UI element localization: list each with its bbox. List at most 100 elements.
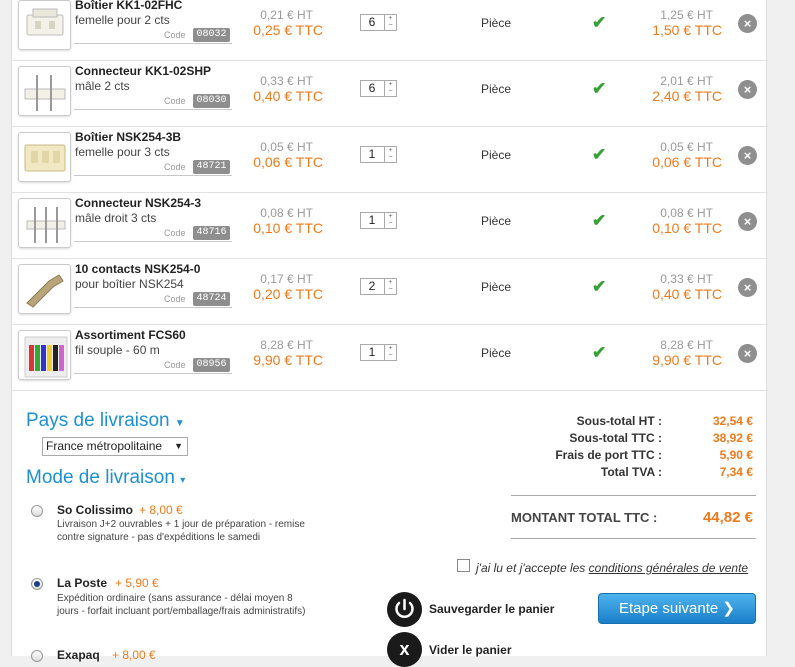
line-total-ht: 0,33 € HT xyxy=(660,272,713,286)
shipping-radio-colissimo[interactable] xyxy=(31,505,43,517)
cart-panel: Boîtier KK1-02FHC femelle pour 2 cts Code 0… xyxy=(11,0,768,667)
product-name[interactable]: Connecteur KK1-02SHP xyxy=(75,64,211,78)
product-thumbnail[interactable] xyxy=(18,66,71,116)
code-label: Code xyxy=(164,360,186,370)
remove-icon[interactable]: × xyxy=(738,80,757,99)
product-desc: femelle pour 2 cts xyxy=(75,13,170,27)
decrement-icon[interactable]: − xyxy=(385,154,396,161)
increment-icon[interactable]: + xyxy=(385,345,396,352)
close-icon: x xyxy=(399,639,410,659)
cgv-prefix: j'ai lu et j'accepte les xyxy=(476,561,589,575)
quantity-stepper[interactable]: 1 + − xyxy=(360,212,397,229)
line-total-ttc: 9,90 € TTC xyxy=(652,352,722,368)
product-name[interactable]: Boîtier NSK254-3B xyxy=(75,130,181,144)
unit-label: Pièce xyxy=(481,346,512,360)
decrement-icon[interactable]: − xyxy=(385,286,396,293)
quantity-value[interactable]: 6 xyxy=(361,81,383,96)
increment-icon[interactable]: + xyxy=(385,213,396,220)
decrement-icon[interactable]: − xyxy=(385,220,396,227)
product-desc: mâle droit 3 cts xyxy=(75,211,157,225)
product-desc: mâle 2 cts xyxy=(75,79,130,93)
decrement-icon[interactable]: − xyxy=(385,22,396,29)
unit-price-ht: 0,17 € HT xyxy=(260,272,313,286)
product-name[interactable]: Connecteur NSK254-3 xyxy=(75,196,201,210)
power-icon xyxy=(395,598,414,618)
remove-icon[interactable]: × xyxy=(738,278,757,297)
quantity-value[interactable]: 2 xyxy=(361,279,383,294)
product-code: 08032 xyxy=(193,28,230,42)
shipping-option-name: So Colissimo xyxy=(57,503,134,517)
product-code: 48724 xyxy=(193,292,230,306)
decrement-icon[interactable]: − xyxy=(385,88,396,95)
remove-icon[interactable]: × xyxy=(738,212,757,231)
cgv-link[interactable]: conditions générales de vente xyxy=(589,561,748,575)
remove-icon[interactable]: × xyxy=(738,344,757,363)
product-name[interactable]: Assortiment FCS60 xyxy=(75,328,186,342)
quantity-value[interactable]: 1 xyxy=(361,213,383,228)
unit-price-ht: 0,33 € HT xyxy=(260,74,313,88)
shipping-radio-exapaq[interactable] xyxy=(31,650,43,662)
quantity-stepper[interactable]: 1 + − xyxy=(360,146,397,163)
remove-icon[interactable]: × xyxy=(738,146,757,165)
quantity-stepper[interactable]: 1 + − xyxy=(360,344,397,361)
grand-total-value: 44,82 € xyxy=(702,509,753,526)
subtotal-ttc-value: 38,92 € xyxy=(712,431,753,445)
quantity-spin: + − xyxy=(384,213,396,228)
quantity-stepper[interactable]: 6 + − xyxy=(360,80,397,97)
empty-cart-button[interactable]: x xyxy=(387,632,422,667)
unit-price-ttc: 9,90 € TTC xyxy=(253,352,323,368)
next-step-button[interactable]: Etape suivante ❯ xyxy=(598,593,756,624)
shipping-option-desc: Expédition ordinaire (sans assurance - d… xyxy=(57,593,306,617)
country-select[interactable]: France métropolitaine ▼ xyxy=(42,437,188,456)
line-total-ttc: 1,50 € TTC xyxy=(652,22,722,38)
quantity-stepper[interactable]: 6 + − xyxy=(360,14,397,31)
save-cart-button[interactable] xyxy=(387,592,422,627)
quantity-value[interactable]: 1 xyxy=(361,345,383,360)
unit-price-ttc: 0,40 € TTC xyxy=(253,88,323,104)
product-desc: fil souple - 60 m xyxy=(75,343,160,357)
cgv-checkbox[interactable] xyxy=(457,559,470,572)
cgv-text: j'ai lu et j'accepte les conditions géné… xyxy=(476,561,748,575)
product-thumbnail[interactable] xyxy=(18,330,71,380)
product-name[interactable]: Boîtier KK1-02FHC xyxy=(75,0,182,12)
shipping-radio-laposte[interactable] xyxy=(31,578,43,590)
increment-icon[interactable]: + xyxy=(385,15,396,22)
product-desc: femelle pour 3 cts xyxy=(75,145,170,159)
product-thumbnail[interactable] xyxy=(18,132,71,182)
cart-row: Boîtier KK1-02FHC femelle pour 2 cts Code 0… xyxy=(12,0,768,61)
unit-price-ht: 8,28 € HT xyxy=(260,338,313,352)
cart-row: Assortiment FCS60 fil souple - 60 m Code 08… xyxy=(12,325,768,391)
product-thumbnail[interactable] xyxy=(18,198,71,248)
increment-icon[interactable]: + xyxy=(385,147,396,154)
divider xyxy=(74,175,232,176)
product-name[interactable]: 10 contacts NSK254-0 xyxy=(75,262,200,276)
country-heading[interactable]: Pays de livraison ▼ xyxy=(26,410,185,432)
remove-icon[interactable]: × xyxy=(738,14,757,33)
quantity-value[interactable]: 6 xyxy=(361,15,383,30)
check-icon: ✔ xyxy=(592,343,607,362)
increment-icon[interactable]: + xyxy=(385,279,396,286)
decrement-icon[interactable]: − xyxy=(385,352,396,359)
mode-heading[interactable]: Mode de livraison ▾ xyxy=(26,467,185,489)
shipping-option-name: Exapaq xyxy=(57,648,100,662)
quantity-spin: + − xyxy=(384,15,396,30)
unit-label: Pièce xyxy=(481,214,512,228)
line-total-ht: 0,08 € HT xyxy=(660,206,713,220)
product-thumbnail[interactable] xyxy=(18,264,71,314)
code-label: Code xyxy=(164,294,186,304)
quantity-value[interactable]: 1 xyxy=(361,147,383,162)
empty-cart-label[interactable]: Vider le panier xyxy=(429,643,511,657)
line-total-ht: 0,05 € HT xyxy=(660,140,713,154)
product-code: 48716 xyxy=(193,226,230,240)
shipping-option-price: + 8,00 € xyxy=(112,648,156,662)
shipping-option-price: + 8,00 € xyxy=(139,503,183,517)
grand-total-label: MONTANT TOTAL TTC : xyxy=(511,510,658,525)
unit-label: Pièce xyxy=(481,16,512,30)
product-thumbnail[interactable] xyxy=(18,0,71,50)
cart-row: Connecteur NSK254-3 mâle droit 3 cts Code 4… xyxy=(12,193,768,259)
line-total-ttc: 0,06 € TTC xyxy=(652,154,722,170)
save-cart-label[interactable]: Sauvegarder le panier xyxy=(429,602,554,616)
increment-icon[interactable]: + xyxy=(385,81,396,88)
quantity-stepper[interactable]: 2 + − xyxy=(360,278,397,295)
quantity-spin: + − xyxy=(384,81,396,96)
